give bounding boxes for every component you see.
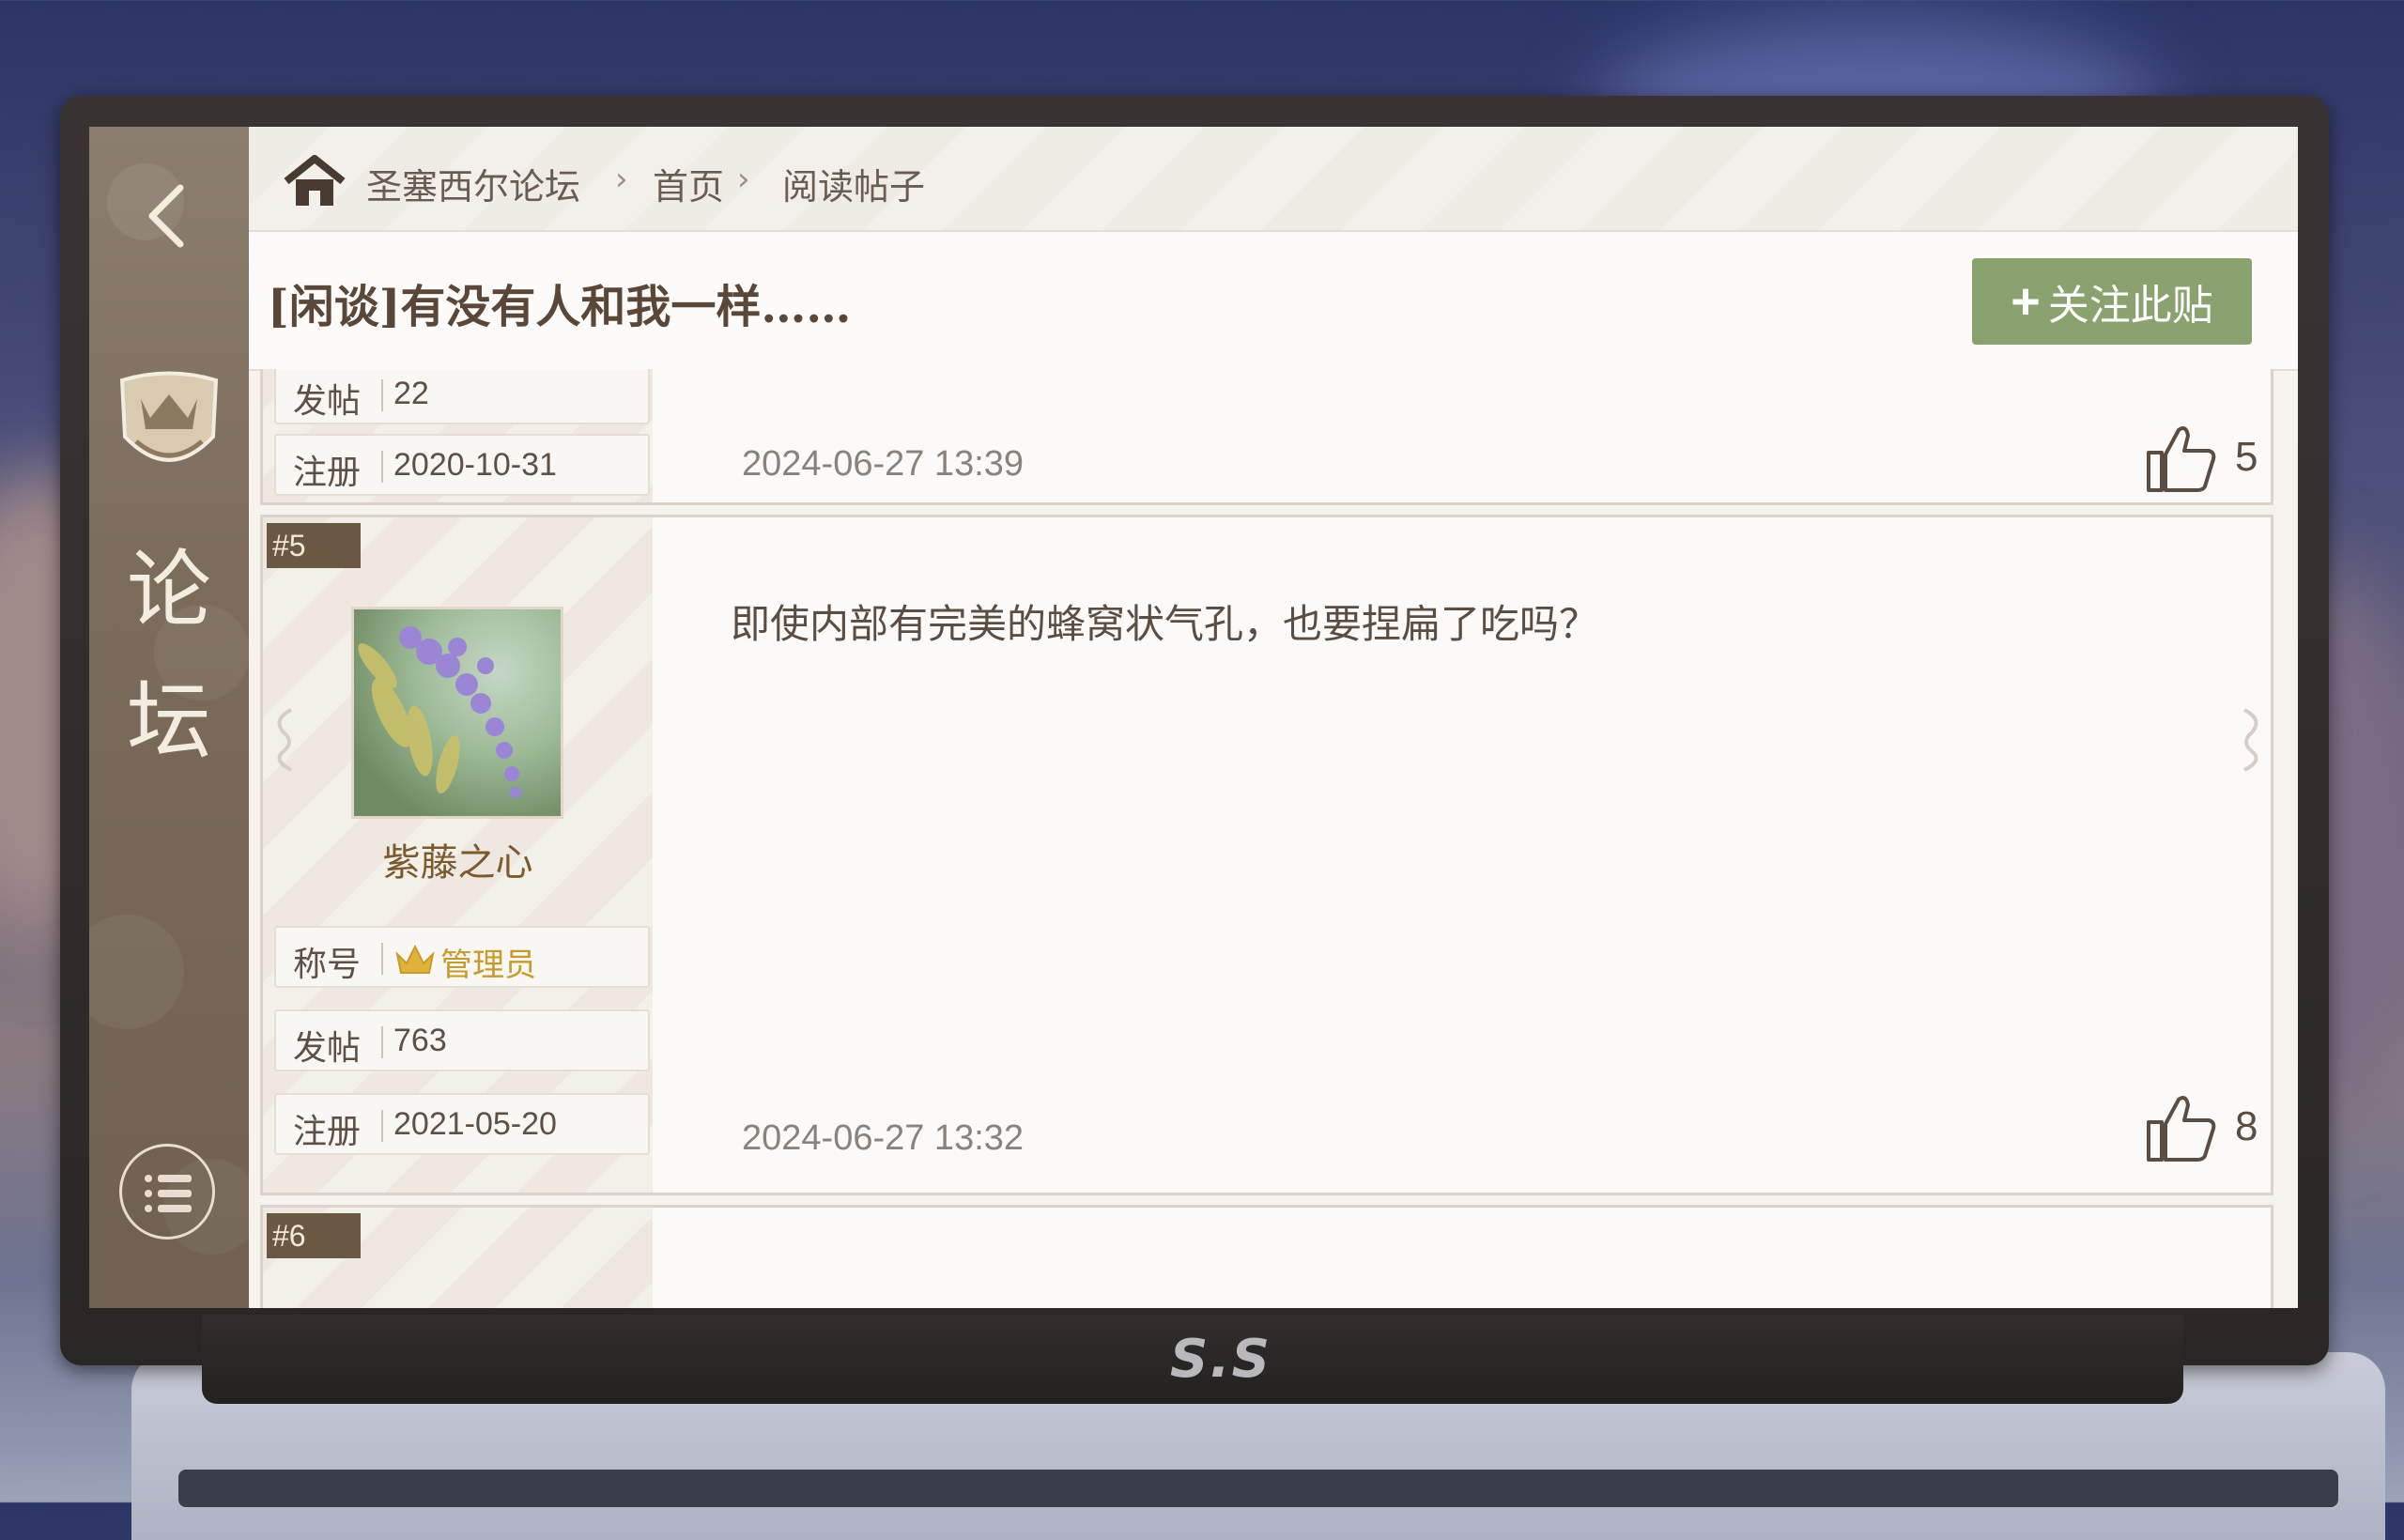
follow-label: 关注此贴 xyxy=(2047,283,2213,329)
breadcrumb-separator-icon: › xyxy=(615,161,628,198)
post-item: #6 xyxy=(260,1205,2273,1308)
scroll-ornament-icon xyxy=(2243,708,2258,772)
scroll-ornament-icon xyxy=(277,708,292,772)
like-count: 5 xyxy=(2235,434,2258,480)
sidebar: 论 坛 xyxy=(89,127,249,1308)
menu-button[interactable] xyxy=(119,1144,215,1240)
like-button[interactable]: 5 xyxy=(2141,419,2273,503)
info-row-title: 称号 管理员 xyxy=(274,926,650,988)
thumbs-up-icon xyxy=(2147,426,2216,492)
breadcrumb: 圣塞西尔论坛 › 首页 › 阅读帖子 xyxy=(249,127,2298,232)
keyboard xyxy=(178,1470,2338,1507)
breadcrumb-current: 阅读帖子 xyxy=(782,168,926,208)
post-item: 发帖 22 注册 2020-10-31 2024-06-27 13:39 5 xyxy=(260,369,2273,505)
user-panel: #6 xyxy=(263,1208,653,1308)
breadcrumb-forum[interactable]: 圣塞西尔论坛 xyxy=(366,158,580,209)
thread-title-bar: [闲谈]有没有人和我一样…… + 关注此贴 xyxy=(249,232,2298,371)
info-row-registered: 注册 2021-05-20 xyxy=(274,1093,650,1155)
sidebar-title-char: 论 xyxy=(127,541,211,639)
home-icon[interactable] xyxy=(281,153,348,209)
back-button[interactable] xyxy=(131,178,207,254)
info-row-posts: 发帖 763 xyxy=(274,1009,650,1071)
chevron-left-icon xyxy=(148,184,184,248)
avatar[interactable] xyxy=(351,607,563,819)
thread-title: [闲谈]有没有人和我一样…… xyxy=(268,281,852,333)
follow-thread-button[interactable]: + 关注此贴 xyxy=(1972,258,2252,345)
brand-logo: S.S xyxy=(1170,1329,1271,1390)
like-count: 8 xyxy=(2235,1103,2258,1149)
thumbs-up-icon xyxy=(2147,1096,2216,1162)
info-row-registered: 注册 2020-10-31 xyxy=(274,434,650,496)
plus-icon: + xyxy=(2011,273,2041,330)
floor-number: #6 xyxy=(267,1213,361,1258)
post-content: 即使内部有完美的蜂窝状气孔，也要捏扁了吃吗？ xyxy=(731,602,1599,646)
wisteria-avatar-image xyxy=(358,626,521,798)
crown-icon xyxy=(395,944,435,974)
user-panel: 发帖 22 注册 2020-10-31 xyxy=(263,369,653,502)
username[interactable]: 紫藤之心 xyxy=(263,832,653,886)
post-item: #5 紫藤之心 称号 管理员 发帖 763 注册 2021-05-20 即使内部… xyxy=(260,515,2273,1195)
breadcrumb-home[interactable]: 首页 xyxy=(653,158,724,209)
floor-number: #5 xyxy=(267,523,361,568)
sidebar-title-char: 坛 xyxy=(127,672,211,771)
academy-crest-icon xyxy=(108,362,230,484)
list-icon xyxy=(145,1175,192,1212)
breadcrumb-separator-icon: › xyxy=(737,161,750,198)
user-panel: #5 紫藤之心 称号 管理员 发帖 763 注册 2021-05-20 xyxy=(263,517,653,1193)
forum-screen: 论 坛 圣塞西尔论坛 › 首页 › 阅读帖子 [闲谈]有没有人和我一样…… + … xyxy=(89,127,2298,1308)
info-row-posts: 发帖 22 xyxy=(274,369,650,424)
post-list[interactable]: 发帖 22 注册 2020-10-31 2024-06-27 13:39 5 #… xyxy=(249,369,2298,1308)
post-timestamp: 2024-06-27 13:32 xyxy=(742,1118,1025,1158)
like-button[interactable]: 8 xyxy=(2141,1088,2273,1173)
admin-badge: 管理员 xyxy=(440,947,536,983)
post-timestamp: 2024-06-27 13:39 xyxy=(742,444,1025,484)
